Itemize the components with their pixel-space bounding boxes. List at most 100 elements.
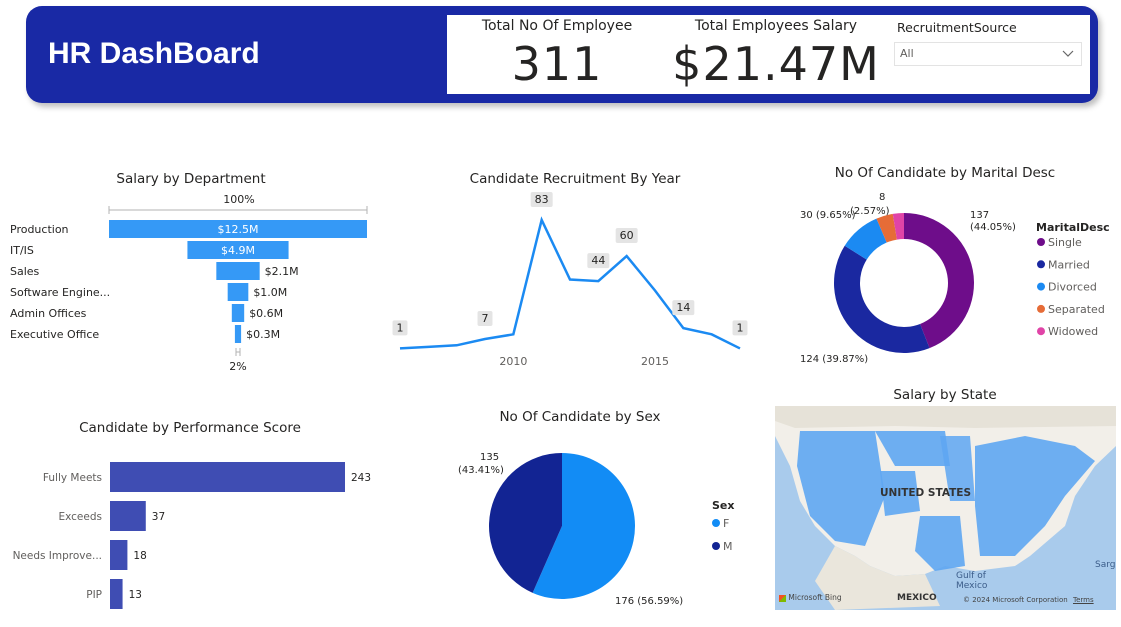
funnel-value-label: $4.9M	[221, 244, 255, 257]
map-mexico-label: MEXICO	[897, 593, 937, 603]
perf-category-label: PIP	[86, 589, 102, 601]
data-label: 7	[482, 312, 489, 325]
kpi-value: $21.47M	[672, 37, 880, 91]
legend-label[interactable]: Divorced	[1048, 281, 1097, 294]
legend-label[interactable]: M	[723, 540, 733, 553]
funnel-top-percent: 100%	[223, 193, 254, 206]
salary-by-state-map[interactable]: UNITED STATES Gulf of Mexico MEXICO Sarg…	[775, 406, 1116, 610]
funnel-title: Salary by Department	[116, 171, 266, 187]
pie-data-label: 176 (56.59%)	[615, 596, 683, 607]
data-label: 1	[397, 321, 404, 334]
sex-legend-title: Sex	[712, 499, 734, 512]
map-gulf-label: Gulf of Mexico	[956, 571, 987, 591]
perf-bar[interactable]	[110, 579, 123, 609]
perf-bar[interactable]	[110, 462, 345, 492]
map-bing-logo: Microsoft Bing	[779, 593, 842, 602]
funnel-value-label: $1.0M	[253, 286, 287, 299]
map-gulf-label-line: Mexico	[956, 581, 988, 591]
donut-data-label: (2.57%)	[850, 206, 890, 217]
legend-marker	[1037, 260, 1045, 269]
legend-label[interactable]: Separated	[1048, 303, 1105, 316]
kpi-label: Total No Of Employee	[481, 18, 633, 34]
perf-category-label: Exceeds	[59, 511, 103, 523]
perf-category-label: Fully Meets	[43, 472, 102, 484]
sex-pie-chart[interactable]: 135 (43.41%) 176 (56.59%) Sex FM	[430, 440, 760, 620]
perf-category-label: Needs Improve...	[13, 550, 102, 562]
map-sargasso-label: Sarga	[1095, 560, 1116, 570]
funnel-category-label: Sales	[10, 265, 40, 278]
donut-data-label: (44.05%)	[970, 222, 1016, 233]
land-canada	[775, 406, 1116, 428]
donut-slice-married[interactable]	[834, 245, 930, 353]
donut-data-label: 124 (39.87%)	[800, 354, 868, 365]
chevron-down-icon	[1062, 50, 1074, 57]
kpi-total-salary[interactable]: Total Employees Salary $21.47M	[667, 15, 885, 94]
funnel-value-label: $0.6M	[249, 307, 283, 320]
marital-legend-title: MaritalDesc	[1036, 221, 1110, 234]
performance-title: Candidate by Performance Score	[79, 420, 301, 436]
recruitment-source-slicer: RecruitmentSource All	[885, 15, 1090, 94]
map-country-label: UNITED STATES	[880, 487, 972, 499]
kpi-value: 311	[511, 37, 603, 91]
kpi-total-employees[interactable]: Total No Of Employee 311	[447, 15, 667, 94]
data-label: 60	[620, 229, 634, 242]
data-label: 44	[591, 254, 605, 267]
salary-by-department-chart[interactable]: 100% Production $12.5M IT/IS $4.9M Sales $2.1…	[0, 188, 380, 378]
funnel-bar[interactable]	[227, 283, 249, 301]
legend-marker	[712, 542, 720, 550]
legend-marker	[1037, 238, 1045, 246]
funnel-bar[interactable]	[216, 262, 260, 280]
pie-data-label: (43.41%)	[458, 465, 504, 476]
slicer-label: RecruitmentSource	[897, 20, 1017, 35]
donut-data-label: 8	[879, 192, 885, 203]
marital-donut-chart[interactable]: 137(44.05%) 124 (39.87%) 30 (9.65%)(2.57%)…	[780, 185, 1120, 375]
recruitment-line[interactable]	[399, 216, 741, 350]
map-copyright: © 2024 Microsoft Corporation	[963, 596, 1068, 604]
dashboard-title: HR DashBoard	[48, 37, 260, 70]
map-title: Salary by State	[893, 387, 997, 403]
pie-data-label: 135	[480, 452, 499, 463]
legend-label[interactable]: Single	[1048, 236, 1082, 249]
perf-bar[interactable]	[110, 540, 128, 570]
recruitment-title: Candidate Recruitment By Year	[469, 171, 681, 187]
slicer-dropdown[interactable]: All	[894, 42, 1082, 66]
funnel-bottom-percent: 2%	[229, 360, 246, 373]
donut-data-label: 30 (9.65%)	[800, 210, 856, 221]
legend-marker	[712, 519, 720, 527]
funnel-category-label: Executive Office	[10, 328, 99, 341]
map-bing-text: Microsoft Bing	[788, 593, 842, 602]
data-label: 1	[737, 321, 744, 334]
legend-marker	[1037, 282, 1045, 291]
donut-data-label: 137	[970, 210, 989, 221]
legend-label[interactable]: F	[723, 517, 729, 530]
perf-value-label: 18	[133, 550, 146, 562]
sex-title: No Of Candidate by Sex	[499, 409, 661, 425]
data-label: 14	[676, 301, 690, 314]
marital-title: No Of Candidate by Marital Desc	[834, 165, 1056, 181]
us-map-graphic	[775, 406, 1116, 610]
legend-label[interactable]: Married	[1048, 258, 1090, 271]
microsoft-logo-icon	[779, 594, 786, 602]
funnel-bar[interactable]	[234, 325, 242, 343]
perf-bar[interactable]	[110, 501, 146, 531]
funnel-category-label: IT/IS	[10, 244, 34, 257]
funnel-value-label: $12.5M	[218, 223, 259, 236]
perf-value-label: 243	[351, 472, 371, 484]
map-terms-link[interactable]: Terms	[1073, 596, 1094, 604]
recruitment-by-year-chart[interactable]: 1 7 83 44 60 14 1 2010 2015	[390, 190, 750, 380]
data-label: 83	[535, 193, 549, 206]
slicer-selected-value: All	[900, 47, 914, 60]
legend-marker	[1037, 304, 1045, 313]
x-tick-label: 2010	[499, 355, 527, 368]
legend-label[interactable]: Widowed	[1048, 325, 1098, 338]
funnel-bar[interactable]	[231, 304, 245, 322]
funnel-category-label: Production	[10, 223, 69, 236]
map-gulf-label-line: Gulf of	[956, 571, 986, 581]
funnel-category-label: Admin Offices	[10, 307, 87, 320]
x-tick-label: 2015	[641, 355, 669, 368]
kpi-label: Total Employees Salary	[694, 18, 858, 34]
funnel-category-label: Software Engine...	[10, 286, 110, 299]
performance-score-chart[interactable]: Fully Meets 243 Exceeds 37 Needs Improve... 1…	[0, 450, 390, 620]
funnel-value-label: $0.3M	[246, 328, 280, 341]
perf-value-label: 37	[152, 511, 165, 523]
